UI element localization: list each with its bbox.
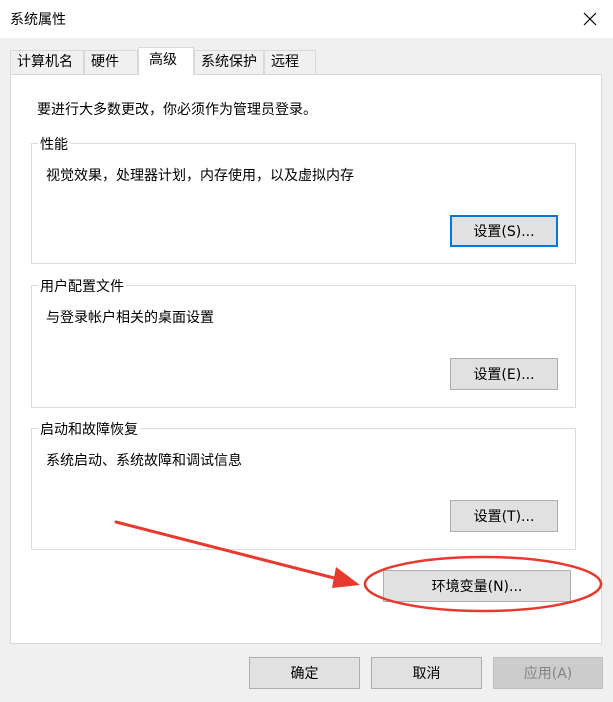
startup-recovery-group: 启动和故障恢复 系统启动、系统故障和调试信息 设置(T)... bbox=[31, 419, 576, 550]
close-icon bbox=[583, 12, 597, 26]
apply-button[interactable]: 应用(A) bbox=[493, 657, 603, 689]
admin-notice: 要进行大多数更改，你必须作为管理员登录。 bbox=[37, 102, 317, 118]
environment-variables-button[interactable]: 环境变量(N)... bbox=[383, 570, 571, 602]
user-profiles-description: 与登录帐户相关的桌面设置 bbox=[46, 310, 214, 326]
performance-group-title: 性能 bbox=[38, 134, 70, 154]
tab-hardware[interactable]: 硬件 bbox=[84, 50, 138, 74]
tab-remote[interactable]: 远程 bbox=[264, 50, 316, 74]
user-profiles-group-title: 用户配置文件 bbox=[38, 276, 126, 296]
cancel-button[interactable]: 取消 bbox=[371, 657, 482, 689]
tab-system-protection[interactable]: 系统保护 bbox=[194, 50, 264, 74]
performance-description: 视觉效果，处理器计划，内存使用，以及虚拟内存 bbox=[46, 168, 354, 184]
close-button[interactable] bbox=[567, 0, 613, 38]
window-title: 系统属性 bbox=[10, 12, 66, 28]
ok-button[interactable]: 确定 bbox=[249, 657, 360, 689]
performance-group: 性能 视觉效果，处理器计划，内存使用，以及虚拟内存 设置(S)... bbox=[31, 134, 576, 264]
startup-recovery-settings-button[interactable]: 设置(T)... bbox=[450, 500, 558, 532]
tab-advanced[interactable]: 高级 bbox=[138, 47, 194, 75]
performance-settings-button[interactable]: 设置(S)... bbox=[450, 215, 558, 247]
startup-recovery-description: 系统启动、系统故障和调试信息 bbox=[46, 453, 242, 469]
tab-panel-advanced: 要进行大多数更改，你必须作为管理员登录。 性能 视觉效果，处理器计划，内存使用，… bbox=[10, 74, 602, 644]
title-bar: 系统属性 bbox=[0, 0, 613, 38]
startup-recovery-group-title: 启动和故障恢复 bbox=[38, 419, 140, 439]
tab-computer-name[interactable]: 计算机名 bbox=[10, 50, 84, 74]
user-profiles-settings-button[interactable]: 设置(E)... bbox=[450, 358, 558, 390]
user-profiles-group: 用户配置文件 与登录帐户相关的桌面设置 设置(E)... bbox=[31, 276, 576, 408]
